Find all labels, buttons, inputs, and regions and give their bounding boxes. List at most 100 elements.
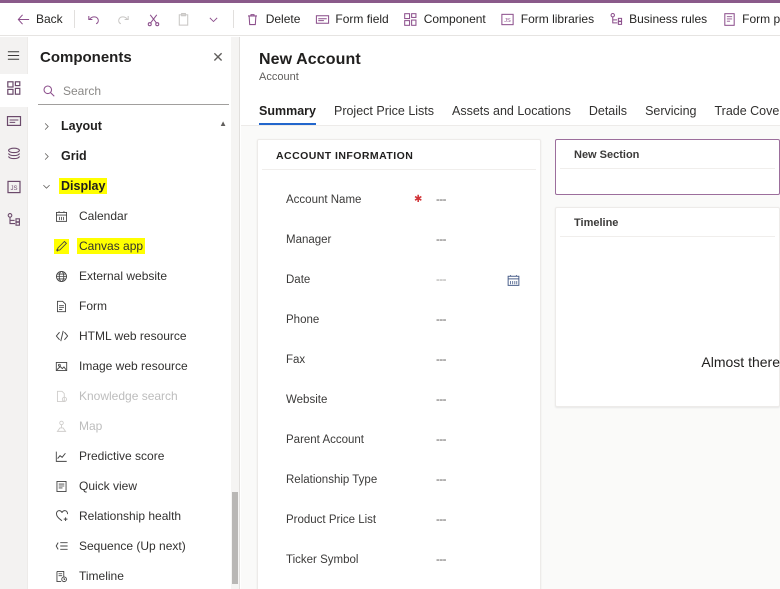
- tab-project-price-lists[interactable]: Project Price Lists: [334, 104, 434, 125]
- panel-scrollbar-track[interactable]: [231, 37, 239, 589]
- components-panel-header: Components ✕: [28, 37, 239, 77]
- component-item-html-web-resource[interactable]: HTML web resource: [28, 321, 239, 351]
- close-icon[interactable]: ✕: [207, 46, 229, 68]
- rail-item-form-libraries[interactable]: JS: [0, 173, 28, 206]
- field-parent-account[interactable]: Parent Account ---: [258, 420, 540, 460]
- tab-trade-coverage[interactable]: Trade Coverage: [714, 104, 780, 125]
- calendar-icon[interactable]: [507, 274, 520, 287]
- component-item-external-website[interactable]: External website: [28, 261, 239, 291]
- field-phone[interactable]: Phone ---: [258, 300, 540, 340]
- command-bar: Back Delete Form field Component JS Form…: [0, 3, 780, 36]
- left-icon-rail: JS: [0, 37, 28, 589]
- rail-item-menu[interactable]: [0, 41, 28, 74]
- component-item-label: Predictive score: [79, 449, 165, 463]
- page-title: New Account: [259, 51, 361, 68]
- form-properties-icon: [721, 11, 737, 27]
- field-fax[interactable]: Fax ---: [258, 340, 540, 380]
- panel-scrollbar-thumb[interactable]: [232, 492, 238, 584]
- timeline-section[interactable]: Timeline Almost there: [555, 207, 780, 407]
- account-information-section[interactable]: ACCOUNT INFORMATION Account Name ✱ --- M…: [257, 139, 541, 589]
- form-libraries-button[interactable]: JS Form libraries: [493, 4, 601, 35]
- tab-servicing[interactable]: Servicing: [645, 104, 696, 125]
- delete-button[interactable]: Delete: [238, 4, 308, 35]
- component-item-label: Calendar: [79, 209, 128, 223]
- section-title: ACCOUNT INFORMATION: [262, 140, 536, 170]
- search-box[interactable]: [38, 77, 229, 105]
- knowledge-icon: [54, 389, 69, 404]
- field-value: ---: [436, 354, 447, 366]
- rail-item-business-rules[interactable]: [0, 206, 28, 239]
- component-label: Component: [423, 12, 486, 26]
- field-website[interactable]: Website ---: [258, 380, 540, 420]
- cut-icon: [146, 11, 162, 27]
- redo-button[interactable]: [109, 4, 139, 35]
- form-libraries-label: Form libraries: [520, 12, 595, 26]
- component-group-layout[interactable]: Layout: [28, 111, 239, 141]
- collapse-all-icon[interactable]: ▲: [219, 119, 227, 128]
- account-fields: Account Name ✱ --- Manager --- Date --- …: [258, 170, 540, 589]
- field-manager[interactable]: Manager ---: [258, 220, 540, 260]
- field-value: ---: [436, 234, 447, 246]
- component-item-quick-view[interactable]: Quick view: [28, 471, 239, 501]
- component-item-timeline[interactable]: Timeline: [28, 561, 239, 589]
- back-label: Back: [36, 12, 63, 26]
- rail-item-form-field[interactable]: [0, 107, 28, 140]
- arrow-left-icon: [15, 11, 31, 27]
- paste-button[interactable]: [169, 4, 199, 35]
- component-button[interactable]: Component: [396, 4, 493, 35]
- tab-summary[interactable]: Summary: [259, 104, 316, 125]
- component-group-grid[interactable]: Grid: [28, 141, 239, 171]
- form-body: ACCOUNT INFORMATION Account Name ✱ --- M…: [241, 126, 780, 589]
- field-label: Phone: [286, 314, 320, 326]
- paste-options-button[interactable]: [199, 4, 229, 35]
- component-item-map: Map: [28, 411, 239, 441]
- component-item-form[interactable]: Form: [28, 291, 239, 321]
- component-item-canvas-app[interactable]: Canvas app: [28, 231, 239, 261]
- form-field-button[interactable]: Form field: [307, 4, 395, 35]
- component-item-predictive-score[interactable]: Predictive score: [28, 441, 239, 471]
- component-item-label: Quick view: [79, 479, 138, 493]
- form-header: New Account Account Summary Project Pric…: [241, 37, 780, 126]
- search-input[interactable]: [63, 83, 225, 98]
- field-value: ---: [436, 274, 447, 286]
- entity-name: Account: [259, 71, 299, 83]
- chevron-down-icon: [42, 182, 52, 191]
- image-icon: [54, 359, 69, 374]
- component-group-display[interactable]: Display: [28, 171, 239, 201]
- field-relationship-type[interactable]: Relationship Type ---: [258, 460, 540, 500]
- cut-button[interactable]: [139, 4, 169, 35]
- component-item-calendar[interactable]: Calendar: [28, 201, 239, 231]
- component-item-image-web-resource[interactable]: Image web resource: [28, 351, 239, 381]
- field-value: ---: [436, 194, 447, 206]
- chevron-right-icon: [42, 152, 52, 161]
- field-date[interactable]: Date ---: [258, 260, 540, 300]
- rail-item-components[interactable]: [0, 74, 28, 107]
- field-value: ---: [436, 314, 447, 326]
- undo-button[interactable]: [79, 4, 109, 35]
- back-button[interactable]: Back: [8, 4, 70, 35]
- stack-icon: [6, 146, 22, 167]
- component-item-label: Form: [79, 299, 107, 313]
- form-tabs: Summary Project Price Lists Assets and L…: [259, 96, 780, 125]
- new-section-container[interactable]: New Section: [555, 139, 780, 195]
- field-label: Date: [286, 274, 311, 286]
- form-properties-button[interactable]: Form properties: [714, 4, 780, 35]
- tab-assets-and-locations[interactable]: Assets and Locations: [452, 104, 571, 125]
- component-item-label: Knowledge search: [79, 389, 178, 403]
- field-label: Relationship Type: [286, 474, 378, 486]
- component-icon: [403, 11, 419, 27]
- script-icon: JS: [500, 11, 516, 27]
- field-product-price-list[interactable]: Product Price List ---: [258, 500, 540, 540]
- component-item-sequence[interactable]: Sequence (Up next): [28, 531, 239, 561]
- group-label: Grid: [61, 149, 87, 163]
- field-ticker-symbol[interactable]: Ticker Symbol ---: [258, 540, 540, 580]
- field-account-name[interactable]: Account Name ✱ ---: [258, 180, 540, 220]
- field-label: Website: [286, 394, 328, 406]
- component-item-relationship-health[interactable]: Relationship health: [28, 501, 239, 531]
- form-field-icon: [314, 11, 330, 27]
- chevron-down-icon: [206, 11, 222, 27]
- business-rules-button[interactable]: Business rules: [601, 4, 714, 35]
- rail-item-data-source[interactable]: [0, 140, 28, 173]
- field-label: Fax: [286, 354, 306, 366]
- tab-details[interactable]: Details: [589, 104, 627, 125]
